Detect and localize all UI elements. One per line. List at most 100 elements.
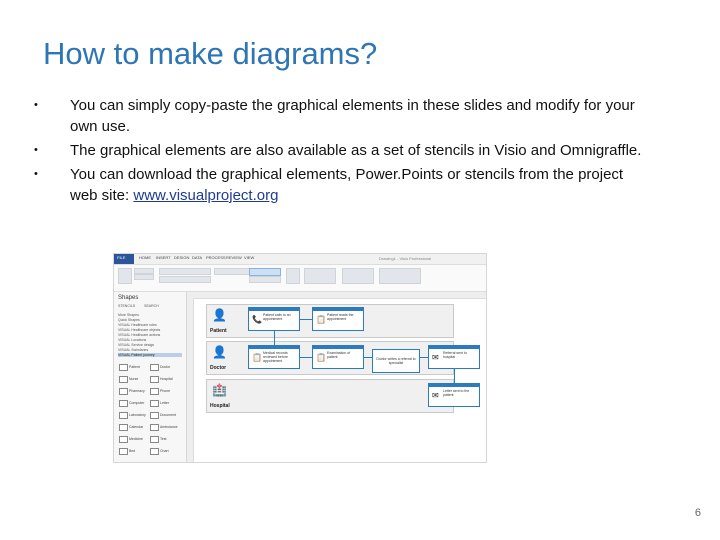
font-format-icon[interactable]: [159, 276, 211, 283]
shape-style-icon[interactable]: [286, 268, 300, 284]
shape-label: Doctor: [160, 365, 171, 369]
stencil-item[interactable]: VISUAL Healthcare roles: [118, 323, 157, 327]
shape-label: Phone: [160, 389, 171, 393]
flow-arrow: [300, 357, 312, 358]
process-box[interactable]: 📋 Medical records reviewed before appoin…: [248, 345, 300, 369]
project-website-link[interactable]: www.visualproject.org: [133, 187, 278, 204]
person-icon: 👤: [212, 308, 227, 322]
shape-label: Computer: [129, 401, 145, 405]
shape-icon[interactable]: [150, 364, 159, 371]
stencil-item-selected[interactable]: VISUAL Patient journey: [118, 353, 182, 357]
shapes-pane-tabs: STENCILS SEARCH: [118, 304, 159, 308]
ribbon-tabs: FILE HOME INSERT DESIGN DATA PROCESS REV…: [114, 254, 486, 265]
paste-icon[interactable]: [118, 268, 132, 284]
bullet-marker: •: [34, 99, 38, 111]
menu-data[interactable]: DATA: [192, 255, 202, 260]
bullet-list: • You can simply copy-paste the graphica…: [34, 95, 654, 209]
hospital-icon: 🏥: [212, 383, 227, 397]
menu-file[interactable]: FILE: [117, 255, 125, 260]
page-number: 6: [694, 507, 701, 519]
box-text: Medical records reviewed before appointm…: [263, 351, 288, 363]
slide-title: How to make diagrams?: [43, 36, 378, 71]
shape-label: Chart: [160, 449, 169, 453]
box-text: Doctor writes a referral to specialist: [376, 357, 416, 365]
font-selector[interactable]: [159, 268, 211, 275]
process-box[interactable]: 📋 Patient reads the appointment: [312, 307, 364, 331]
process-box[interactable]: Doctor writes a referral to specialist: [372, 349, 420, 373]
bullet-marker: •: [34, 168, 38, 180]
bullet-item: • You can download the graphical element…: [34, 164, 654, 206]
tab-stencils[interactable]: STENCILS: [118, 304, 135, 308]
stencil-item[interactable]: VISUAL Healthcare actions: [118, 333, 160, 337]
shape-label: Test: [160, 437, 167, 441]
bullet-text: The graphical elements are also availabl…: [70, 142, 642, 159]
shape-icon[interactable]: [119, 448, 128, 455]
horizontal-ruler: [187, 292, 486, 299]
vertical-ruler: [187, 298, 194, 462]
shape-icon[interactable]: [150, 424, 159, 431]
shapes-pane-title: Shapes: [118, 295, 139, 301]
shape-label: Pharmacy: [129, 389, 145, 393]
slide: How to make diagrams? • You can simply c…: [0, 0, 720, 540]
shape-label: Bed: [129, 449, 136, 453]
lane-label: Doctor: [210, 365, 227, 371]
menu-home[interactable]: HOME: [139, 255, 151, 260]
process-box[interactable]: ✉ Letter sent to the patient: [428, 383, 480, 407]
shape-label: Letter: [160, 401, 169, 405]
flow-arrow: [274, 331, 275, 345]
pointer-tool-icon[interactable]: [249, 268, 281, 276]
quick-styles-icon[interactable]: [304, 268, 336, 284]
shape-icon[interactable]: [150, 400, 159, 407]
shape-icon[interactable]: [150, 448, 159, 455]
bullet-text: You can simply copy-paste the graphical …: [70, 97, 635, 135]
stencil-item[interactable]: VISUAL Service design: [118, 343, 154, 347]
process-box[interactable]: 📋 Examination of patient: [312, 345, 364, 369]
shape-icon[interactable]: [150, 376, 159, 383]
stencil-item[interactable]: VISUAL Swimlanes: [118, 348, 148, 352]
menu-insert[interactable]: INSERT: [156, 255, 171, 260]
shape-icon[interactable]: [150, 436, 159, 443]
flow-arrow: [364, 357, 372, 358]
shape-label: Document: [160, 413, 176, 417]
shape-icon[interactable]: [119, 412, 128, 419]
menu-process[interactable]: PROCESS: [206, 255, 226, 260]
shape-label: Hospital: [160, 377, 173, 381]
box-text: Patient calls to an appointment: [263, 313, 291, 321]
shape-icon[interactable]: [119, 388, 128, 395]
envelope-icon: ✉: [432, 391, 439, 400]
shape-icon[interactable]: [119, 364, 128, 371]
clipboard-icon[interactable]: [134, 274, 154, 280]
drawing-canvas[interactable]: 👤 Patient 👤 Doctor 🏥 Hospital 📞 Patient …: [194, 299, 486, 462]
shape-icon[interactable]: [150, 412, 159, 419]
connector-icon[interactable]: [249, 276, 281, 283]
flow-arrow: [454, 369, 455, 383]
box-text: Letter sent to the patient: [443, 389, 470, 397]
phone-icon: 📞: [252, 315, 262, 324]
shape-icon[interactable]: [119, 424, 128, 431]
menu-view[interactable]: VIEW: [244, 255, 254, 260]
flow-arrow: [300, 319, 312, 320]
stencil-item[interactable]: VISUAL Locations: [118, 338, 146, 342]
menu-review[interactable]: REVIEW: [226, 255, 242, 260]
shape-label: Medicine: [129, 437, 144, 441]
arrange-icon[interactable]: [342, 268, 374, 284]
menu-design[interactable]: DESIGN: [174, 255, 189, 260]
shapes-pane: Shapes STENCILS SEARCH More Shapes Quick…: [114, 292, 187, 462]
stencil-item[interactable]: More Shapes: [118, 313, 139, 317]
shape-icon[interactable]: [119, 436, 128, 443]
box-text: Referral sent to hospital: [443, 351, 467, 359]
process-box[interactable]: 📞 Patient calls to an appointment: [248, 307, 300, 331]
editing-icon[interactable]: [379, 268, 421, 284]
shape-icon[interactable]: [150, 388, 159, 395]
tab-search[interactable]: SEARCH: [144, 304, 159, 308]
visio-screenshot: FILE HOME INSERT DESIGN DATA PROCESS REV…: [113, 253, 487, 463]
envelope-icon: ✉: [432, 353, 439, 362]
flow-arrow: [420, 357, 428, 358]
process-box[interactable]: ✉ Referral sent to hospital: [428, 345, 480, 369]
shape-icon[interactable]: [119, 400, 128, 407]
stencil-item[interactable]: Quick Shapes: [118, 318, 140, 322]
stencil-item[interactable]: VISUAL Healthcare objects: [118, 328, 160, 332]
shape-icon[interactable]: [119, 376, 128, 383]
person-icon: 👤: [212, 345, 227, 359]
document-icon: 📋: [252, 353, 262, 362]
